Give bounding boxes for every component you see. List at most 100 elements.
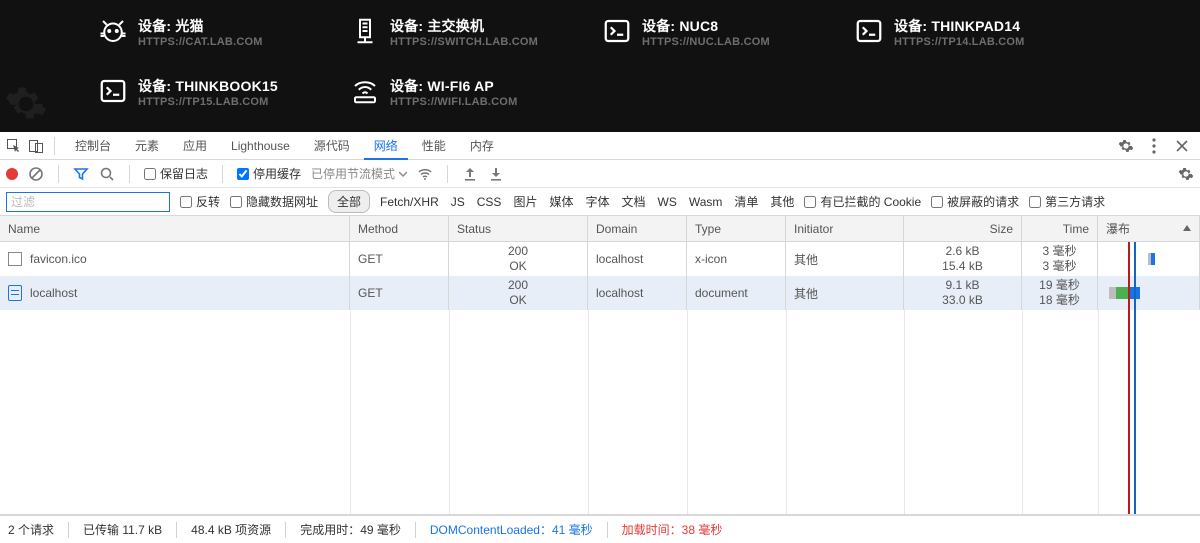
device-title: 设备: NUC8 [642, 16, 770, 36]
col-size[interactable]: Size [904, 216, 1022, 241]
disable-cache-checkbox[interactable]: 停用缓存 [237, 165, 301, 182]
device-card[interactable]: 设备: THINKPAD14 HTTPS://TP14.LAB.COM [854, 7, 1106, 57]
devtools-top-bar: 控制台 元素 应用 Lighthouse 源代码 网络 性能 内存 [0, 132, 1200, 160]
device-card[interactable]: 设备: 主交换机 HTTPS://SWITCH.LAB.COM [350, 7, 602, 57]
cell-size: 9.1 kB33.0 kB [904, 276, 1022, 310]
dcl-event-line [1134, 242, 1136, 514]
search-icon[interactable] [99, 166, 115, 182]
tab-console[interactable]: 控制台 [65, 132, 121, 159]
device-toggle-icon[interactable] [28, 138, 44, 154]
cell-type: document [687, 276, 786, 310]
filter-type-media[interactable]: 媒体 [549, 193, 573, 210]
invert-checkbox[interactable]: 反转 [180, 193, 220, 210]
filter-type-doc[interactable]: 文档 [621, 193, 645, 210]
throttling-select[interactable]: 已停用节流模式 [311, 165, 407, 182]
filter-type-other[interactable]: 其他 [770, 193, 794, 210]
device-title: 设备: THINKPAD14 [894, 16, 1025, 36]
col-time[interactable]: Time [1022, 216, 1098, 241]
blocked-requests-checkbox[interactable]: 被屏蔽的请求 [931, 193, 1019, 210]
device-card[interactable]: 设备: WI-FI6 AP HTTPS://WIFI.LAB.COM [350, 67, 602, 117]
device-title: 设备: WI-FI6 AP [390, 76, 517, 96]
cell-initiator: 其他 [786, 242, 904, 276]
filter-type-manifest[interactable]: 清单 [734, 193, 758, 210]
col-type[interactable]: Type [687, 216, 786, 241]
settings-icon[interactable] [1118, 138, 1134, 154]
tab-memory[interactable]: 内存 [460, 132, 504, 159]
status-requests: 2 个请求 [8, 521, 54, 538]
table-row[interactable]: localhost GET 200OK localhost document 其… [0, 276, 1200, 310]
record-button[interactable] [6, 168, 18, 180]
device-url: HTTPS://TP14.LAB.COM [894, 36, 1025, 48]
device-url: HTTPS://WIFI.LAB.COM [390, 96, 517, 108]
status-dcl: DOMContentLoaded：41 毫秒 [430, 521, 593, 538]
device-url: HTTPS://TP15.LAB.COM [138, 96, 278, 108]
filter-input[interactable] [6, 192, 170, 212]
col-method[interactable]: Method [350, 216, 449, 241]
cell-domain: localhost [588, 242, 687, 276]
device-url: HTTPS://CAT.LAB.COM [138, 36, 263, 48]
col-initiator[interactable]: Initiator [786, 216, 904, 241]
download-har-icon[interactable] [488, 166, 504, 182]
device-url: HTTPS://SWITCH.LAB.COM [390, 36, 538, 48]
filter-type-js[interactable]: JS [451, 195, 465, 209]
dashboard-hero: 设备: 光猫 HTTPS://CAT.LAB.COM 设备: 主交换机 HTTP… [0, 0, 1200, 132]
tab-network[interactable]: 网络 [364, 132, 408, 160]
terminal-icon [854, 16, 884, 49]
network-settings-icon[interactable] [1178, 166, 1194, 182]
filter-type-css[interactable]: CSS [477, 195, 502, 209]
close-icon[interactable] [1174, 138, 1190, 154]
table-row[interactable]: favicon.ico GET 200OK localhost x-icon 其… [0, 242, 1200, 276]
status-finish: 完成用时：49 毫秒 [300, 521, 401, 538]
upload-har-icon[interactable] [462, 166, 478, 182]
document-icon [8, 285, 22, 301]
request-name: favicon.ico [30, 252, 87, 266]
cell-status: 200OK [449, 276, 588, 310]
cell-size: 2.6 kB15.4 kB [904, 242, 1022, 276]
tab-performance[interactable]: 性能 [412, 132, 456, 159]
blocked-cookies-checkbox[interactable]: 有已拦截的 Cookie [804, 193, 921, 210]
col-status[interactable]: Status [449, 216, 588, 241]
inspect-icon[interactable] [6, 138, 22, 154]
cell-method: GET [350, 242, 449, 276]
tab-application[interactable]: 应用 [173, 132, 217, 159]
filter-type-fetch[interactable]: Fetch/XHR [380, 195, 439, 209]
filter-type-img[interactable]: 图片 [513, 193, 537, 210]
device-title: 设备: 光猫 [138, 16, 263, 36]
preserve-log-checkbox[interactable]: 保留日志 [144, 165, 208, 182]
filter-type-ws[interactable]: WS [658, 195, 677, 209]
col-name[interactable]: Name [0, 216, 350, 241]
network-toolbar: 保留日志 停用缓存 已停用节流模式 [0, 160, 1200, 188]
cell-initiator: 其他 [786, 276, 904, 310]
cat-icon [98, 16, 128, 49]
device-card[interactable]: 设备: THINKBOOK15 HTTPS://TP15.LAB.COM [98, 67, 350, 117]
clear-icon[interactable] [28, 166, 44, 182]
col-domain[interactable]: Domain [588, 216, 687, 241]
network-status-bar: 2 个请求 已传输 11.7 kB 48.4 kB 项资源 完成用时：49 毫秒… [0, 515, 1200, 543]
cell-time: 19 毫秒18 毫秒 [1022, 276, 1098, 310]
load-event-line [1128, 242, 1130, 514]
device-url: HTTPS://NUC.LAB.COM [642, 36, 770, 48]
device-card[interactable]: 设备: 光猫 HTTPS://CAT.LAB.COM [98, 7, 350, 57]
filter-icon[interactable] [73, 166, 89, 182]
terminal-icon [602, 16, 632, 49]
filter-type-wasm[interactable]: Wasm [689, 195, 723, 209]
tab-sources[interactable]: 源代码 [304, 132, 360, 159]
gear-bg-icon [4, 82, 48, 126]
network-table-header: Name Method Status Domain Type Initiator… [0, 216, 1200, 242]
cell-waterfall [1098, 276, 1200, 310]
tab-lighthouse[interactable]: Lighthouse [221, 132, 300, 159]
wifi-throttle-icon[interactable] [417, 166, 433, 182]
kebab-icon[interactable] [1146, 138, 1162, 154]
third-party-checkbox[interactable]: 第三方请求 [1029, 193, 1105, 210]
filter-type-all[interactable]: 全部 [328, 190, 370, 213]
terminal-icon [98, 76, 128, 109]
cell-domain: localhost [588, 276, 687, 310]
tab-elements[interactable]: 元素 [125, 132, 169, 159]
filter-type-font[interactable]: 字体 [585, 193, 609, 210]
col-waterfall[interactable]: 瀑布 [1098, 216, 1200, 241]
wifi-icon [350, 76, 380, 109]
device-card[interactable]: 设备: NUC8 HTTPS://NUC.LAB.COM [602, 7, 854, 57]
network-filter-bar: 反转 隐藏数据网址 全部 Fetch/XHR JS CSS 图片 媒体 字体 文… [0, 188, 1200, 216]
hide-data-urls-checkbox[interactable]: 隐藏数据网址 [230, 193, 318, 210]
devtools-tabs: 控制台 元素 应用 Lighthouse 源代码 网络 性能 内存 [65, 132, 504, 159]
